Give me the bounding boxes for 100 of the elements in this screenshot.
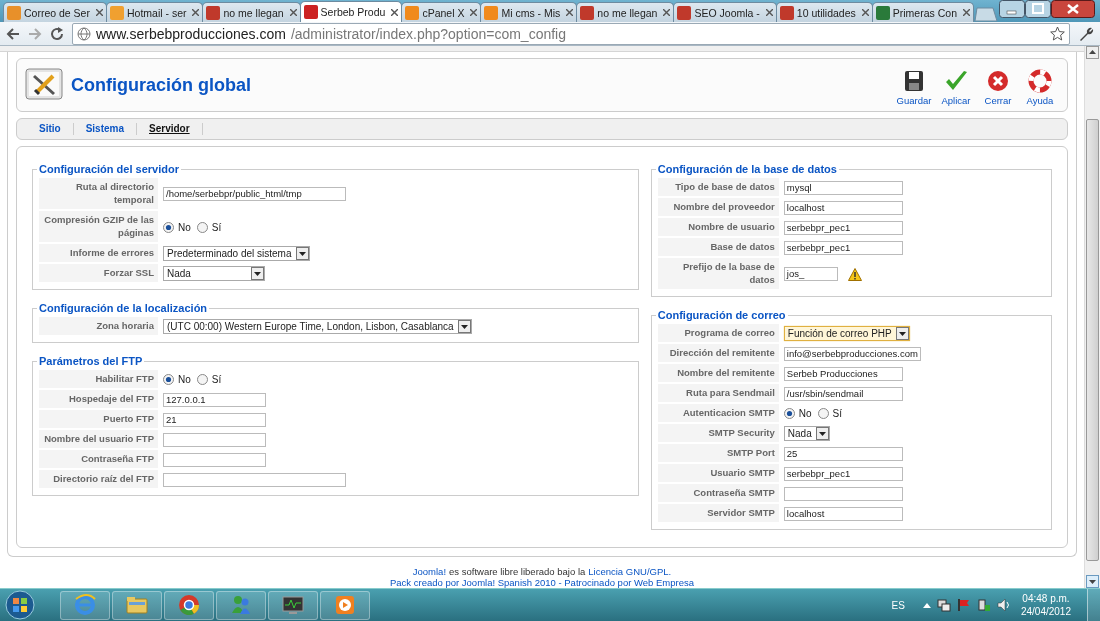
footer-link[interactable]: Pack creado por Joomla! Spanish 2010 - Patrocinado por Web Empresa	[390, 577, 694, 588]
radio-button[interactable]	[817, 408, 829, 419]
text-field[interactable]: serbebpr_pec1	[783, 466, 903, 481]
field-label: Base de datos	[657, 238, 779, 257]
text-field[interactable]: jos_	[783, 267, 838, 281]
field-label: Nombre del proveedor	[657, 198, 779, 217]
address-field[interactable]: www.serbebproducciones.com /administrator/index.php?option=com_config	[72, 22, 1070, 45]
group-title: Configuración de la localización	[38, 302, 209, 314]
option-label: Sí	[832, 408, 843, 419]
toolbar-button[interactable]: Guardar	[893, 64, 935, 106]
browser-tab[interactable]: Primeras Con	[871, 2, 974, 22]
dropdown[interactable]: Nada	[163, 266, 265, 281]
browser-tab[interactable]: Hotmail - ser	[105, 2, 204, 22]
close-icon[interactable]	[289, 9, 297, 16]
text-field[interactable]: /usr/sbin/sendmail	[783, 386, 903, 401]
radio-button[interactable]	[163, 221, 174, 233]
browser-tab[interactable]: 10 utilidades	[775, 2, 873, 22]
toolbar-button[interactable]: Aplicar	[935, 64, 977, 106]
star-icon[interactable]	[1050, 26, 1065, 41]
language-indicator[interactable]: ES	[891, 599, 905, 611]
new-tab-icon[interactable]	[972, 7, 999, 22]
caret-icon	[895, 327, 909, 340]
option-label: No	[178, 221, 191, 233]
group-title: Parámetros del FTP	[38, 355, 144, 367]
reload-icon[interactable]	[50, 26, 64, 41]
power-icon[interactable]	[976, 598, 991, 612]
speaker-icon[interactable]	[996, 598, 1011, 612]
group-title: Configuración de la base de datos	[656, 163, 838, 175]
close-icon[interactable]	[566, 9, 574, 16]
toolbar-button[interactable]: Cerrar	[977, 64, 1019, 106]
close-icon[interactable]	[962, 9, 970, 16]
scroll-down-icon[interactable]	[1086, 575, 1099, 588]
back-icon[interactable]	[6, 27, 20, 40]
browser-tab[interactable]: Correo de Ser	[3, 2, 107, 22]
text-field[interactable]	[163, 432, 266, 447]
footer-link[interactable]: Joomla!	[412, 566, 447, 577]
browser-tab[interactable]: SEO Joomla -	[673, 2, 777, 22]
field-label: Contraseña SMTP	[657, 484, 779, 503]
close-icon[interactable]	[192, 9, 200, 16]
radio-button[interactable]	[783, 408, 795, 419]
clock[interactable]: 04:48 p.m. 24/04/2012	[1020, 592, 1071, 618]
field-label: Directorio raíz del FTP	[39, 470, 158, 489]
scroll-up-icon[interactable]	[1086, 46, 1099, 59]
dropdown[interactable]: Predeterminado del sistema	[163, 246, 310, 261]
browser-tab[interactable]: cPanel X	[401, 2, 482, 22]
field-label: Forzar SSL	[39, 264, 158, 283]
text-field[interactable]: localhost	[783, 506, 903, 521]
taskbar-button[interactable]	[320, 590, 370, 620]
text-field[interactable]	[163, 452, 266, 467]
close-icon[interactable]	[861, 9, 869, 16]
wrench-icon[interactable]	[1078, 25, 1094, 42]
text-field[interactable]: serbebpr_pec1	[783, 220, 903, 235]
submenu-tab[interactable]: Servidor	[137, 123, 203, 135]
close-icon[interactable]	[391, 8, 399, 16]
scrollbar-thumb[interactable]	[1086, 119, 1099, 561]
submenu-tab[interactable]: Sitio	[27, 123, 74, 135]
browser-tab[interactable]: no me llegan	[576, 2, 675, 22]
dropdown[interactable]: (UTC 00:00) Western Europe Time, London, Lisbon, Casablanca	[163, 319, 472, 334]
text-field[interactable]: /home/serbebpr/public_html/tmp	[163, 187, 346, 201]
text-field[interactable]	[163, 472, 346, 487]
monitor-icon	[281, 593, 305, 617]
radio-button[interactable]	[196, 374, 208, 385]
close-icon[interactable]	[470, 9, 478, 16]
network-icon[interactable]	[936, 598, 951, 612]
submenu-tab[interactable]: Sistema	[73, 123, 138, 135]
close-icon[interactable]	[765, 9, 773, 16]
text-field[interactable]: serbebpr_pec1	[783, 240, 903, 255]
close-icon[interactable]	[1051, 0, 1095, 18]
radio-button[interactable]	[196, 221, 208, 233]
text-field[interactable]	[783, 486, 903, 501]
taskbar-button[interactable]	[268, 590, 318, 620]
text-field[interactable]: info@serbebproducciones.com	[783, 346, 921, 361]
maximize-icon[interactable]	[1025, 0, 1051, 18]
text-field[interactable]: 25	[783, 446, 903, 461]
dropdown[interactable]: Función de correo PHP	[783, 326, 910, 341]
taskbar-button[interactable]	[164, 590, 214, 620]
browser-tab[interactable]: Serbeb Produ	[299, 1, 403, 22]
option-label: Sí	[211, 374, 222, 385]
text-field[interactable]: 127.0.0.1	[163, 392, 266, 407]
browser-tab[interactable]: Mi cms - Mis	[480, 2, 578, 22]
caret-icon	[815, 427, 829, 440]
footer-link[interactable]: Licencia GNU/GPL.	[588, 566, 672, 577]
browser-tab[interactable]: no me llegan	[202, 2, 301, 22]
show-hidden-icon[interactable]	[922, 602, 931, 608]
close-icon[interactable]	[663, 9, 671, 16]
text-field[interactable]: 21	[163, 412, 266, 427]
minimize-icon[interactable]	[999, 0, 1025, 18]
toolbar-button[interactable]: Ayuda	[1019, 64, 1061, 106]
flag-icon[interactable]	[956, 598, 971, 612]
field-label: Programa de correo	[657, 324, 779, 343]
close-icon[interactable]	[95, 9, 103, 16]
text-field[interactable]: Serbeb Producciones	[783, 366, 903, 381]
text-field[interactable]: localhost	[783, 200, 903, 215]
people-icon	[229, 593, 253, 617]
start-button[interactable]	[4, 590, 36, 620]
field-label: Compresión GZIP de las páginas	[39, 211, 158, 243]
radio-button[interactable]	[163, 374, 174, 385]
field-label: Nombre del usuario FTP	[39, 430, 158, 449]
dropdown[interactable]: Nada	[783, 426, 830, 441]
text-field[interactable]: mysql	[783, 180, 903, 195]
